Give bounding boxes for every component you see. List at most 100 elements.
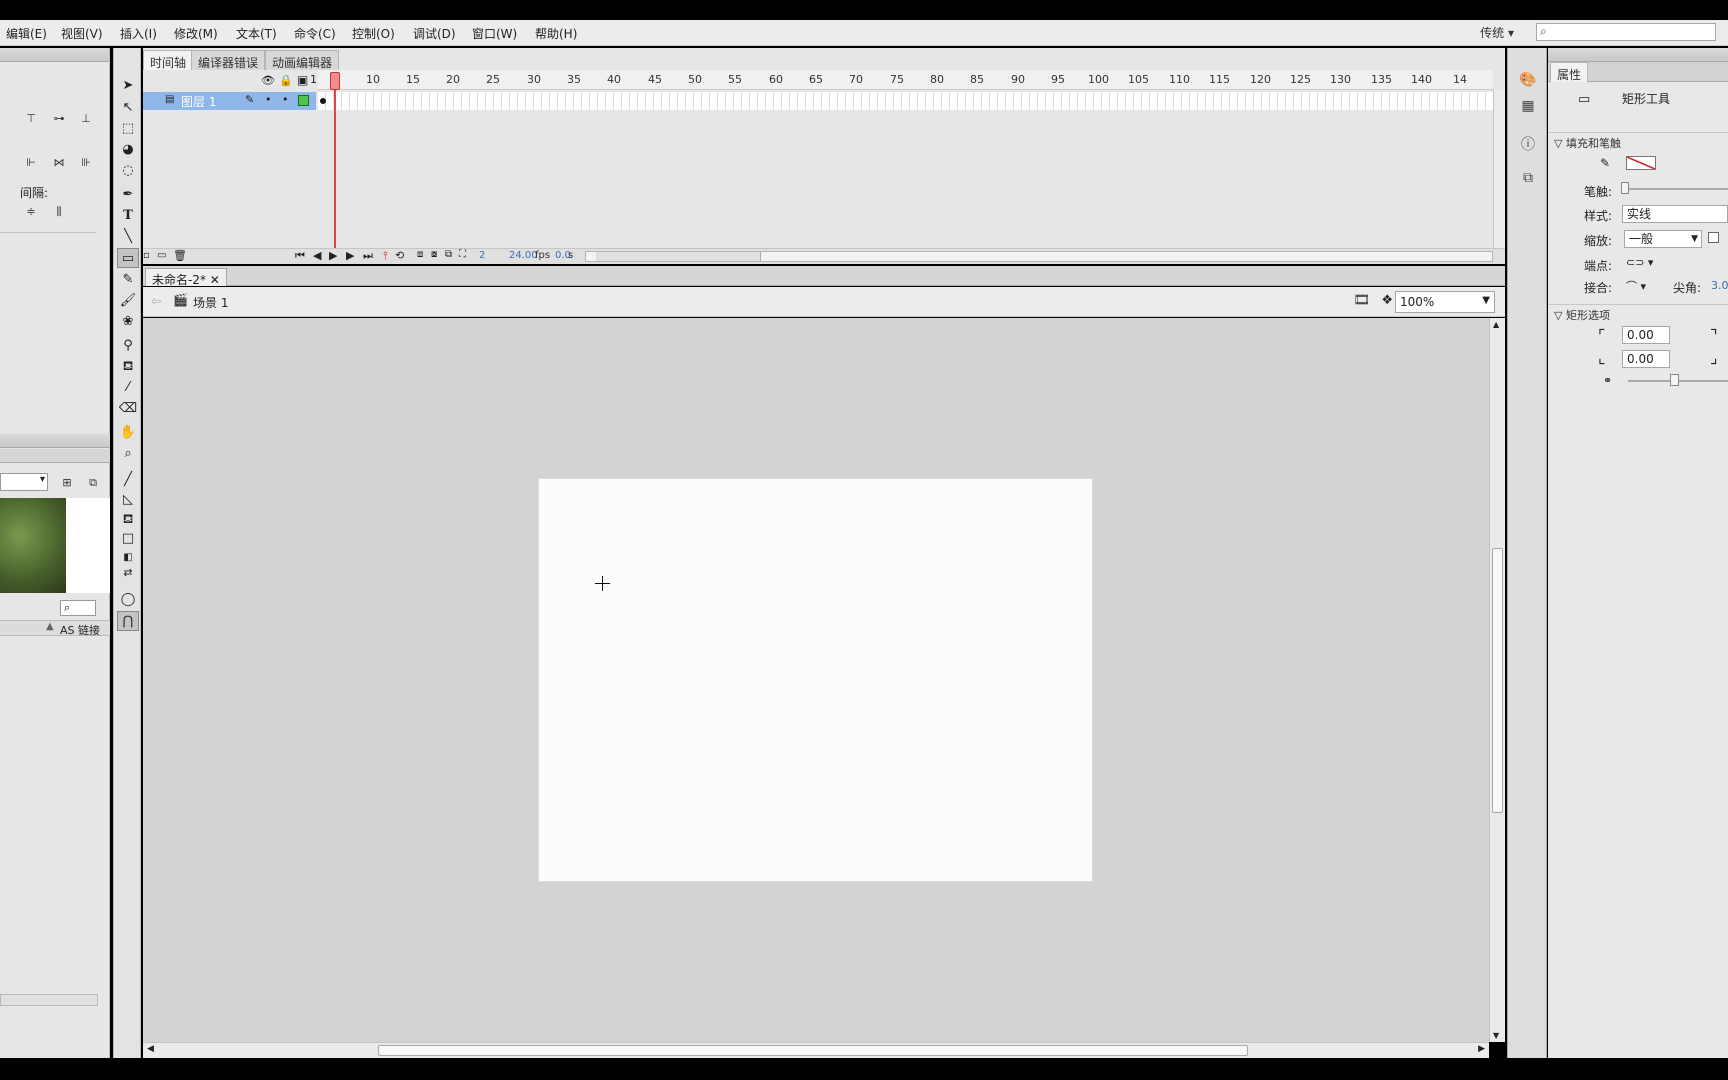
stage[interactable] — [538, 478, 1093, 882]
tab-compiler-errors[interactable]: 编译器错误 — [191, 50, 266, 70]
stroke-slider-track[interactable] — [1621, 182, 1728, 194]
layer-name[interactable]: 图层 1 — [181, 93, 216, 110]
eye-icon[interactable]: 👁 — [261, 74, 275, 87]
onion-outline-icon[interactable]: ⧇ — [431, 249, 437, 260]
info-panel-icon[interactable]: ⓘ — [1518, 134, 1538, 153]
zoom-tool-icon[interactable]: ⌕ — [117, 444, 139, 464]
lock-dot-icon[interactable]: • — [282, 93, 289, 106]
join-select[interactable]: ⌒ ▾ — [1626, 278, 1646, 294]
help-search-input[interactable]: ⌕ — [1536, 23, 1716, 41]
current-frame[interactable]: 2 — [479, 250, 485, 261]
stroke-slider-thumb[interactable] — [1621, 182, 1629, 194]
eyedropper-tool-icon[interactable]: ⁄ — [117, 378, 139, 398]
pasteboard[interactable] — [143, 318, 1489, 1042]
scroll-right-icon[interactable]: ▶ — [1478, 1044, 1485, 1054]
tab-timeline[interactable]: 时间轴 — [143, 50, 194, 70]
stage-hscroll-thumb[interactable] — [378, 1045, 1248, 1056]
stage-vscroll-thumb[interactable] — [1492, 548, 1503, 813]
timeline-hscroll-thumb[interactable] — [596, 252, 761, 261]
menu-text[interactable]: 文本(T) — [236, 25, 277, 42]
bone-tool-icon[interactable]: ⚲ — [117, 336, 139, 356]
text-tool-icon[interactable]: T — [117, 206, 139, 226]
fill-color-icon[interactable]: ⛾ — [117, 510, 139, 530]
step-forward-icon[interactable]: ▶ — [346, 249, 354, 262]
timeline-vscroll[interactable] — [1493, 90, 1505, 248]
pen-tool-icon[interactable]: ✒ — [117, 185, 139, 205]
onion-skin-icon[interactable]: ⧈ — [417, 249, 423, 260]
frame-rate[interactable]: 24.00 — [509, 250, 538, 261]
line-tool-icon[interactable]: ╲ — [117, 227, 139, 247]
visibility-dot-icon[interactable]: • — [265, 93, 272, 106]
align-bottom-icon[interactable]: ⊥ — [77, 112, 95, 126]
brush-tool-icon[interactable]: 🖌 — [117, 291, 139, 311]
miter-value[interactable]: 3.0 — [1711, 279, 1728, 292]
new-layer-icon[interactable]: ▫ — [143, 250, 150, 261]
menu-window[interactable]: 窗口(W) — [472, 25, 517, 42]
delete-layer-icon[interactable]: 🗑 — [173, 249, 187, 262]
menu-view[interactable]: 视图(V) — [61, 25, 103, 42]
hinting-checkbox[interactable] — [1708, 232, 1719, 243]
center-frame-icon[interactable]: ⫯ — [383, 249, 388, 263]
step-back-icon[interactable]: ◀ — [313, 249, 321, 262]
menu-modify[interactable]: 修改(M) — [174, 25, 218, 42]
properties-panel-header[interactable] — [1548, 48, 1728, 62]
menu-insert[interactable]: 插入(I) — [120, 25, 157, 42]
library-document-select[interactable]: ▾ — [0, 473, 48, 491]
edit-multiple-icon[interactable]: ⧉ — [445, 249, 452, 260]
library-hscroll[interactable] — [0, 994, 98, 1006]
distribute-right-icon[interactable]: ⊪ — [77, 156, 95, 170]
menu-control[interactable]: 控制(O) — [352, 25, 395, 42]
white-swatch-icon[interactable]: □ — [117, 529, 139, 549]
corner-radius-input-2[interactable]: 0.00 — [1622, 350, 1670, 368]
as-linkage-column[interactable]: AS 链接 — [60, 622, 100, 638]
3d-rotation-tool-icon[interactable]: ◕ — [117, 140, 139, 160]
edit-scene-icon[interactable]: 🎞 — [1353, 293, 1370, 308]
space-horizontal-icon[interactable]: ⫼ — [50, 205, 68, 219]
frame-cells[interactable] — [318, 92, 1493, 110]
close-icon[interactable]: ✕ — [210, 273, 220, 287]
distribute-left-icon[interactable]: ⊩ — [22, 156, 40, 170]
distribute-hcenter-icon[interactable]: ⋈ — [50, 156, 68, 170]
snap-magnet-icon[interactable]: ⋂ — [117, 611, 139, 631]
rectangle-options-section[interactable]: ▽ 矩形选项 — [1548, 304, 1728, 322]
library-search-input[interactable]: ⌕ — [60, 600, 96, 616]
corner-radius-input-1[interactable]: 0.00 — [1622, 326, 1670, 344]
cap-select[interactable]: ⊂⊃ ▾ — [1626, 256, 1653, 269]
scroll-up-icon[interactable]: ▲ — [1493, 320, 1499, 329]
align-top-icon[interactable]: ⊤ — [22, 112, 40, 126]
pin-library-icon[interactable]: ⊞ — [58, 476, 76, 490]
new-library-icon[interactable]: ⧉ — [84, 476, 102, 490]
stroke-color-swatch[interactable] — [1626, 156, 1656, 170]
new-folder-icon[interactable]: ▭ — [157, 250, 166, 261]
library-panel-header[interactable] — [0, 434, 110, 448]
stroke-color-icon[interactable]: ╱ — [117, 470, 139, 490]
free-transform-tool-icon[interactable]: ⬚ — [117, 119, 139, 139]
paint-bucket-tool-icon[interactable]: ⛾ — [117, 357, 139, 377]
play-icon[interactable]: ▶ — [329, 249, 337, 262]
stage-hscroll[interactable]: ◀ ▶ — [143, 1042, 1489, 1058]
align-panel-header[interactable] — [0, 48, 109, 62]
timeline-hscroll[interactable] — [585, 251, 1493, 262]
hand-tool-icon[interactable]: ✋ — [117, 423, 139, 443]
selection-tool-icon[interactable]: ➤ — [117, 76, 139, 96]
eraser-tool-icon[interactable]: ⌫ — [117, 399, 139, 419]
menu-help[interactable]: 帮助(H) — [535, 25, 577, 42]
rectangle-tool-icon[interactable]: ▭ — [117, 248, 139, 268]
scale-select[interactable]: 一般 ▼ — [1624, 230, 1702, 248]
playhead[interactable] — [330, 72, 340, 90]
menu-edit[interactable]: 编辑(E) — [6, 25, 47, 42]
frame-ruler[interactable]: 5 10 15 20 25 30 35 40 45 50 55 60 65 70… — [318, 70, 1493, 90]
tab-motion-editor[interactable]: 动画编辑器 — [265, 50, 340, 70]
layer-row[interactable]: ▤ 图层 1 ✎ • • — [143, 92, 316, 110]
scroll-left-icon[interactable]: ◀ — [147, 1044, 154, 1054]
workspace-switcher[interactable]: 传统 ▾ — [1480, 24, 1514, 41]
tab-properties[interactable]: 属性 — [1550, 62, 1589, 82]
goto-first-icon[interactable]: ⏮ — [295, 249, 305, 263]
scroll-down-icon[interactable]: ▼ — [1493, 1031, 1499, 1040]
scene-name[interactable]: 场景 1 — [193, 294, 228, 311]
outline-icon[interactable]: ▣ — [297, 73, 308, 87]
outline-color-swatch[interactable] — [298, 95, 309, 106]
link-corners-icon[interactable]: ⚭ — [1603, 374, 1612, 387]
goto-last-icon[interactable]: ⏭ — [363, 249, 373, 263]
fill-stroke-section[interactable]: ▽ 填充和笔触 — [1548, 132, 1728, 150]
